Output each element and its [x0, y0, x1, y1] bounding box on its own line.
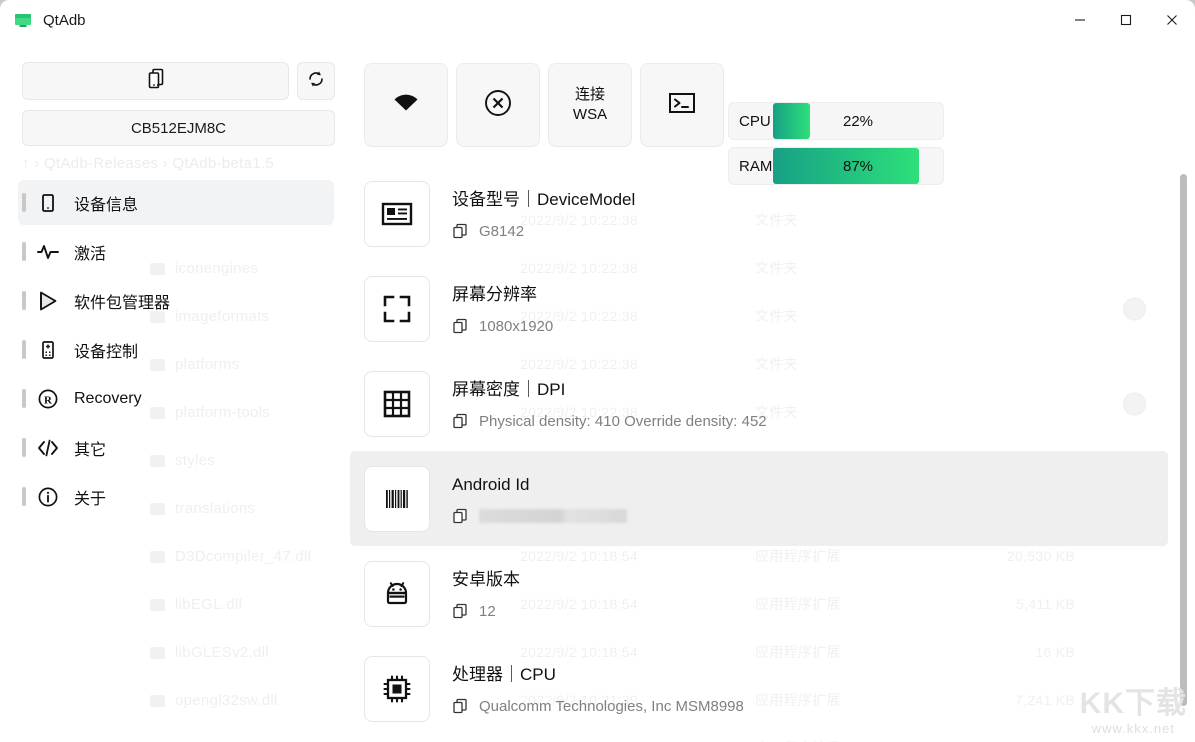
two-phones-icon [143, 66, 169, 97]
nav-active-bar [22, 340, 26, 359]
sidebar-item-device-control[interactable]: 设备控制 [18, 327, 334, 372]
android-robot-icon [364, 560, 430, 627]
terminal-icon [667, 88, 697, 123]
main-scrollbar[interactable] [1180, 174, 1187, 736]
info-circle-icon [36, 485, 60, 509]
row-title: 屏幕密度｜DPI [452, 379, 566, 399]
pulse-icon [36, 240, 60, 264]
main-content: 设备型号｜DeviceModel G8142 屏幕分辨率 1080x1920 屏幕密度｜… [350, 166, 1195, 742]
row-title: 屏幕分辨率 [452, 284, 537, 304]
row-value-redacted [479, 509, 627, 523]
copy-icon[interactable] [452, 413, 468, 429]
sidebar-item-label: 其它 [74, 441, 107, 459]
minimize-button[interactable] [1057, 0, 1103, 40]
sidebar-item-activate[interactable]: 激活 [18, 229, 334, 274]
cpu-meter: CPU 22% [728, 102, 944, 140]
play-store-icon [36, 289, 60, 313]
sidebar-item-label: 设备控制 [74, 343, 139, 361]
terminal-button[interactable] [640, 63, 724, 147]
nav-active-bar [22, 242, 26, 261]
maximize-button[interactable] [1103, 0, 1149, 40]
svg-text:R: R [44, 394, 53, 406]
nav-active-bar [22, 193, 26, 212]
row-value: G8142 [479, 222, 525, 240]
copy-icon[interactable] [452, 318, 468, 334]
cpu-chip-icon [364, 655, 430, 722]
sidebar-item-label: Recovery [74, 389, 142, 407]
grid-icon [364, 370, 430, 437]
sidebar-item-label: 关于 [74, 490, 107, 508]
copy-icon[interactable] [452, 223, 468, 239]
refresh-icon [306, 69, 326, 94]
sidebar-item-about[interactable]: 关于 [18, 474, 334, 519]
cpu-meter-label: CPU [739, 112, 771, 130]
id-card-icon [364, 180, 430, 247]
copy-icon[interactable] [452, 603, 468, 619]
wifi-connect-button[interactable] [364, 63, 448, 147]
connect-wsa-label-line1: 连接 [574, 86, 605, 103]
remote-control-icon [36, 338, 60, 362]
row-title: 设备型号｜DeviceModel [452, 189, 636, 209]
nav-active-bar [22, 487, 26, 506]
registered-r-icon: R [36, 387, 60, 411]
sidebar-nav: 设备信息激活软件包管理器 设备控制 R Recovery 其它关于 [0, 166, 350, 742]
copy-icon[interactable] [452, 698, 468, 714]
sidebar-item-label: 软件包管理器 [74, 294, 171, 312]
monitor-icon [14, 11, 32, 29]
close-button[interactable] [1149, 0, 1195, 40]
cpu-meter-value: 22% [842, 112, 874, 130]
device-info-row[interactable]: 屏幕分辨率 1080x1920 [350, 261, 1168, 356]
nav-active-bar [22, 389, 26, 408]
barcode-icon [364, 465, 430, 532]
row-value: Qualcomm Technologies, Inc MSM8998 [479, 697, 744, 715]
device-info-row[interactable]: Android Id [350, 451, 1168, 546]
sidebar-item-other[interactable]: 其它 [18, 425, 334, 470]
scrollbar-thumb[interactable] [1180, 174, 1187, 706]
row-value: 1080x1920 [479, 317, 554, 335]
window-title: QtAdb [43, 11, 86, 29]
wifi-icon [390, 87, 422, 124]
disconnect-button[interactable] [456, 63, 540, 147]
device-info-row[interactable]: 屏幕密度｜DPI Physical density: 410 Override d… [350, 356, 1168, 451]
row-value: Physical density: 410 Override density: … [479, 412, 767, 430]
row-action-button[interactable] [1123, 392, 1146, 415]
nav-active-bar [22, 438, 26, 457]
copy-icon[interactable] [452, 508, 468, 524]
phone-icon [36, 191, 60, 215]
sidebar-item-label: 激活 [74, 245, 107, 263]
title-bar: QtAdb [0, 0, 1195, 40]
sidebar-item-label: 设备信息 [74, 196, 139, 214]
row-title: Android Id [452, 475, 530, 494]
sidebar-item-package-manager[interactable]: 软件包管理器 [18, 278, 334, 323]
device-serial-field[interactable]: CB512EJM8C [22, 110, 335, 146]
device-info-list: 设备型号｜DeviceModel G8142 屏幕分辨率 1080x1920 屏幕密度｜… [350, 166, 1168, 736]
device-select-dropdown[interactable] [22, 62, 289, 100]
connect-wsa-label-line2: WSA [572, 106, 608, 123]
code-brackets-icon [36, 436, 60, 460]
qtadb-window: ↑ › QtAdb-Releases › QtAdb-beta1.5 icone… [0, 0, 1195, 742]
device-info-row[interactable]: 安卓版本 12 [350, 546, 1168, 641]
top-toolbar: CB512EJM8C 连接 WSA CPU 22% RAM 87% [0, 40, 1195, 185]
connect-wsa-button[interactable]: 连接 WSA [548, 63, 632, 147]
device-info-row[interactable]: 处理器｜CPU Qualcomm Technologies, Inc MSM899… [350, 641, 1168, 736]
sidebar-item-device-info[interactable]: 设备信息 [18, 180, 334, 225]
circle-x-icon [482, 87, 514, 124]
sidebar-item-recovery[interactable]: R Recovery [18, 376, 334, 421]
fullscreen-corners-icon [364, 275, 430, 342]
row-title: 安卓版本 [452, 569, 520, 589]
nav-active-bar [22, 291, 26, 310]
refresh-devices-button[interactable] [297, 62, 335, 100]
row-action-button[interactable] [1123, 297, 1146, 320]
device-info-row[interactable]: 设备型号｜DeviceModel G8142 [350, 166, 1168, 261]
row-value: 12 [479, 602, 496, 620]
row-title: 处理器｜CPU [452, 664, 556, 684]
